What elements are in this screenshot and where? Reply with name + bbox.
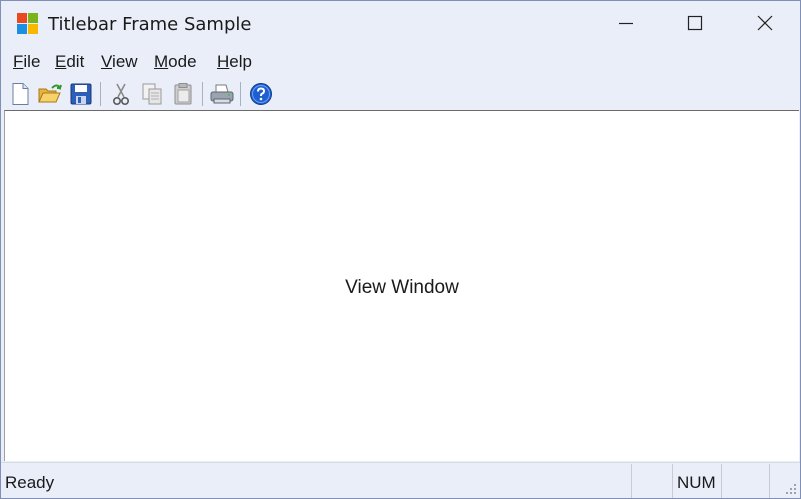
- close-icon: [757, 15, 773, 31]
- menu-view-label: iew: [112, 52, 138, 71]
- menu-mode-label: ode: [168, 52, 197, 71]
- open-folder-icon: [38, 84, 62, 103]
- menu-help-label: elp: [229, 52, 252, 71]
- maximize-button[interactable]: [660, 1, 730, 45]
- menu-edit[interactable]: Edit: [55, 52, 84, 72]
- menu-edit-label: dit: [66, 52, 85, 71]
- print-button[interactable]: [208, 80, 236, 108]
- menu-file-mnemonic: F: [13, 52, 24, 71]
- minimize-button[interactable]: [591, 1, 661, 45]
- new-button[interactable]: [6, 80, 34, 108]
- menu-help-mnemonic: H: [217, 52, 230, 71]
- maximize-icon: [687, 15, 703, 31]
- paste-icon: [174, 83, 192, 105]
- menu-view-mnemonic: V: [101, 52, 113, 71]
- menu-view[interactable]: View: [101, 52, 138, 72]
- help-button[interactable]: [247, 80, 275, 108]
- status-bar: Ready NUM: [1, 462, 800, 498]
- toolbar: [1, 78, 800, 110]
- cut-button[interactable]: [107, 80, 135, 108]
- resize-grip-icon[interactable]: [785, 483, 797, 495]
- toolbar-separator: [240, 82, 241, 106]
- view-window-label: View Window: [345, 277, 459, 298]
- menu-file-label: ile: [23, 52, 41, 71]
- menu-mode[interactable]: Mode: [154, 52, 197, 72]
- title-bar[interactable]: Titlebar Frame Sample: [1, 1, 800, 45]
- app-logo-icon: [17, 13, 39, 35]
- menu-file[interactable]: File: [13, 52, 40, 72]
- paste-button[interactable]: [169, 80, 197, 108]
- new-file-icon: [12, 83, 29, 105]
- print-icon: [210, 84, 234, 104]
- status-pane-num: NUM: [672, 464, 720, 498]
- close-button[interactable]: [730, 1, 800, 45]
- toolbar-separator: [100, 82, 101, 106]
- status-pane-scroll: [721, 464, 769, 498]
- help-icon: [250, 83, 272, 105]
- menu-bar: File Edit View Mode Help: [1, 47, 800, 77]
- menu-mode-mnemonic: M: [154, 52, 169, 71]
- copy-button[interactable]: [138, 80, 166, 108]
- window-title: Titlebar Frame Sample: [48, 14, 252, 35]
- toolbar-separator: [202, 82, 203, 106]
- app-window: Titlebar Frame Sample File Edit View Mod…: [0, 0, 801, 499]
- copy-icon: [142, 83, 162, 105]
- menu-help[interactable]: Help: [217, 52, 252, 72]
- minimize-icon: [619, 22, 633, 25]
- menu-edit-mnemonic: E: [55, 52, 67, 71]
- status-ready-text: Ready: [5, 473, 55, 492]
- view-window[interactable]: View Window: [4, 110, 799, 461]
- cut-scissors-icon: [112, 83, 130, 106]
- status-pane-caps: [631, 464, 671, 498]
- status-pane-num-text: NUM: [677, 473, 716, 492]
- save-disk-icon: [70, 83, 92, 105]
- open-button[interactable]: [36, 80, 64, 108]
- save-button[interactable]: [67, 80, 95, 108]
